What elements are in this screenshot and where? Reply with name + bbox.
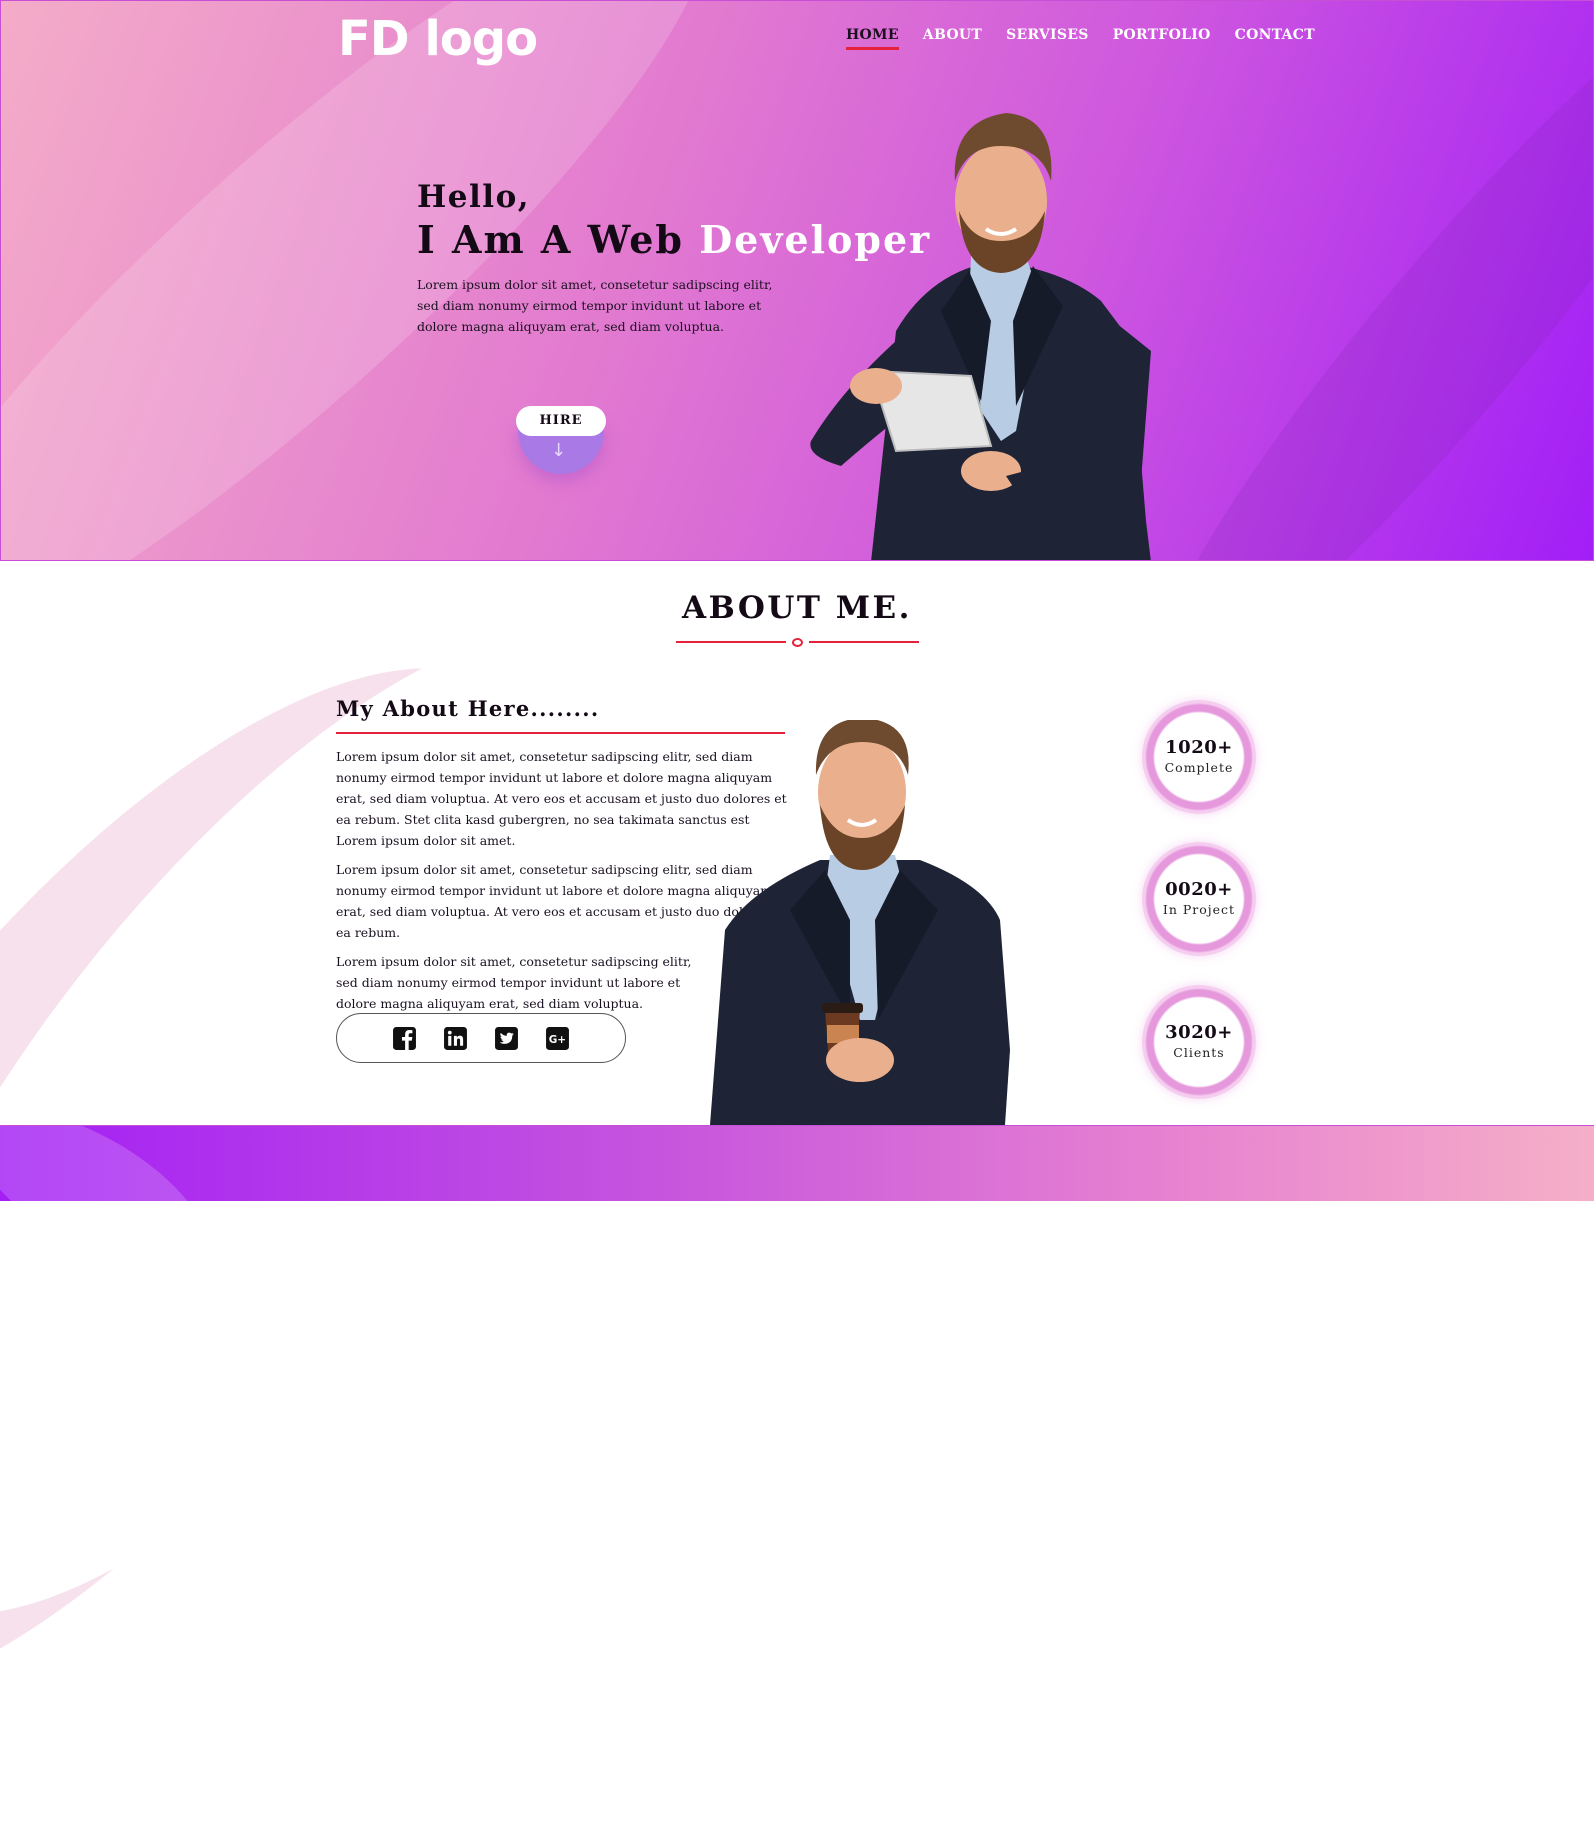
- hero-section: FD logo HOME ABOUT SERVISES PORTFOLIO CO…: [0, 0, 1594, 561]
- hire-widget: HIRE ↓: [516, 406, 606, 474]
- main-nav: HOME ABOUT SERVISES PORTFOLIO CONTACT: [846, 27, 1315, 50]
- svg-text:G+: G+: [549, 1033, 566, 1045]
- stat-value: 0020+: [1165, 879, 1233, 900]
- about-subtitle: My About Here........: [336, 696, 600, 721]
- hero-text-block: Hello, I Am A Web Developer Lorem ipsum …: [417, 179, 929, 337]
- divider-dot: [792, 638, 803, 647]
- hero-headline-lead: I Am A Web: [417, 217, 700, 262]
- nav-item-about[interactable]: ABOUT: [923, 27, 982, 50]
- stat-label: Complete: [1164, 760, 1234, 775]
- stat-clients: 3020+ Clients: [1142, 985, 1256, 1099]
- hire-button[interactable]: HIRE: [516, 406, 606, 436]
- hero-description: Lorem ipsum dolor sit amet, consetetur s…: [417, 277, 773, 334]
- stat-complete: 1020+ Complete: [1142, 700, 1256, 814]
- about-paragraph: Lorem ipsum dolor sit amet, consetetur s…: [336, 954, 692, 1011]
- hero-greeting: Hello,: [417, 179, 531, 215]
- twitter-icon[interactable]: [494, 1026, 519, 1051]
- stat-in-project: 0020+ In Project: [1142, 842, 1256, 956]
- nav-item-home[interactable]: HOME: [846, 27, 899, 50]
- nav-item-portfolio[interactable]: PORTFOLIO: [1113, 27, 1211, 50]
- stat-label: In Project: [1162, 902, 1236, 917]
- nav-item-contact[interactable]: CONTACT: [1235, 27, 1315, 50]
- hero-person-image: [810, 113, 1151, 560]
- social-links: G+: [336, 1013, 626, 1063]
- google-plus-icon[interactable]: G+: [545, 1026, 570, 1051]
- nav-item-services[interactable]: SERVISES: [1006, 27, 1089, 50]
- about-decorative-swoosh-inner: [0, 502, 820, 1738]
- divider-line-left: [676, 641, 786, 643]
- footer-band: [0, 1125, 1594, 1201]
- stat-label: Clients: [1173, 1045, 1225, 1060]
- divider-line-right: [809, 641, 919, 643]
- about-section-title: ABOUT ME.: [682, 590, 912, 626]
- stat-value: 1020+: [1165, 737, 1233, 758]
- title-divider: [676, 637, 919, 647]
- arrow-down-icon[interactable]: ↓: [551, 440, 566, 461]
- hero-headline: I Am A Web Developer: [417, 217, 929, 262]
- footer-decorative-swoosh: [0, 1126, 231, 1201]
- linkedin-icon[interactable]: [443, 1026, 468, 1051]
- site-logo[interactable]: FD logo: [338, 11, 538, 67]
- stat-value: 3020+: [1165, 1022, 1233, 1043]
- about-person-image: [710, 720, 1010, 1125]
- facebook-icon[interactable]: [392, 1026, 417, 1051]
